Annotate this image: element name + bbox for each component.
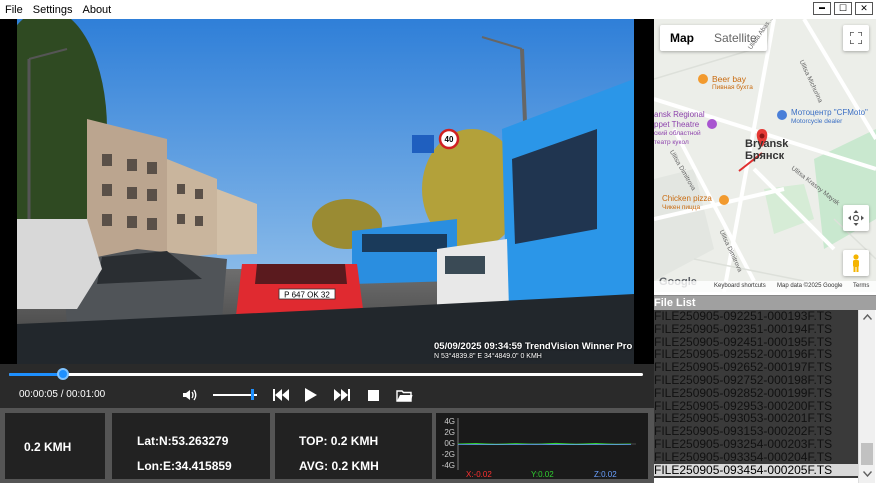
poi-theatre-line4: театр кукол: [654, 139, 689, 146]
scroll-down-button[interactable]: [859, 467, 875, 481]
map-pan-control[interactable]: [843, 205, 869, 231]
file-list-item[interactable]: FILE250905-093254-000203F.TS: [654, 438, 858, 451]
osd-coordinates: N 53°4839.8" E 34°4849.0" 0 KMH: [434, 353, 542, 360]
stop-icon: [367, 389, 379, 401]
next-button[interactable]: [333, 386, 351, 404]
playback-time: 00:00:05 / 00:01:00: [19, 389, 106, 400]
longitude-value: Lon:E:34.415859: [137, 459, 232, 473]
top-speed-value: TOP: 0.2 KMH: [299, 434, 379, 448]
maximize-button[interactable]: ☐: [834, 2, 852, 15]
poi-moto-line1[interactable]: Мотоцентр "CFMoto": [791, 108, 868, 117]
city-label-en: Bryansk: [745, 138, 789, 150]
menu-about[interactable]: About: [77, 0, 116, 20]
menu-settings[interactable]: Settings: [28, 0, 78, 20]
speed-sign-text: 40: [445, 135, 454, 144]
chevron-down-icon: [862, 471, 872, 477]
seek-bar[interactable]: [9, 368, 643, 380]
fullscreen-button[interactable]: [843, 25, 869, 51]
file-list-title: File List: [654, 297, 696, 309]
gsensor-tick: 0G: [444, 439, 455, 448]
gsensor-tick: 2G: [444, 428, 455, 437]
menu-file[interactable]: File: [0, 0, 28, 20]
video-frame: 40 P 647 OK 32: [17, 19, 634, 364]
close-icon: ✕: [860, 3, 868, 13]
poi-chicken-pizza-ru: Чикен пицца: [662, 204, 701, 211]
skip-back-icon: [273, 389, 289, 401]
volume-button[interactable]: [180, 386, 200, 404]
poi-beer-bay[interactable]: Beer bay: [712, 74, 746, 84]
volume-slider-thumb[interactable]: [251, 389, 254, 400]
poi-theatre-line3: ский областной: [654, 130, 701, 137]
previous-button[interactable]: [272, 386, 290, 404]
poi-theatre-line1[interactable]: ansk Regional: [654, 110, 705, 119]
scroll-thumb[interactable]: [861, 443, 873, 465]
latitude-value: Lat:N:53.263279: [137, 434, 229, 448]
poi-moto-line2: Motorcycle dealer: [791, 118, 843, 125]
skip-forward-icon: [334, 389, 350, 401]
pan-arrows-icon: [848, 210, 864, 226]
fullscreen-icon: [850, 32, 862, 44]
file-list-item[interactable]: FILE250905-093354-000204F.TS: [654, 450, 858, 464]
avg-speed-value: AVG: 0.2 KMH: [299, 459, 379, 473]
poi-theatre-line2: ppet Theatre: [654, 120, 700, 129]
play-button[interactable]: [302, 386, 320, 404]
file-list-item[interactable]: FILE250905-092351-000194F.TS: [654, 322, 858, 336]
speed-panel: 0.2 KMH: [5, 413, 105, 479]
close-button[interactable]: ✕: [855, 2, 873, 15]
stats-panel: TOP: 0.2 KMH AVG: 0.2 KMH: [275, 413, 432, 479]
play-icon: [305, 388, 317, 402]
menu-bar: File Settings About ▬ ☐ ✕: [0, 0, 876, 20]
position-panel: Lat:N:53.263279 Lon:E:34.415859: [112, 413, 270, 479]
gsensor-tick: 4G: [444, 417, 455, 426]
terms-link[interactable]: Terms: [853, 283, 869, 289]
keyboard-shortcuts-link[interactable]: Keyboard shortcuts: [714, 283, 766, 289]
window-controls: ▬ ☐ ✕: [813, 2, 873, 15]
file-list-item[interactable]: FILE250905-092251-000193F.TS: [654, 310, 858, 323]
video-player[interactable]: 40 P 647 OK 32 05/09/2025 09:34:59 Trend…: [0, 19, 654, 364]
folder-icon: [395, 389, 412, 402]
file-list[interactable]: FILE250905-092251-000193F.TS FILE250905-0…: [654, 310, 858, 478]
gsensor-z-label: Z:0.02: [594, 470, 617, 479]
city-label-ru: Брянск: [745, 150, 785, 162]
stop-button[interactable]: [365, 386, 381, 404]
pegman-icon: [853, 254, 859, 272]
map-view[interactable]: Map Satellite Beer bay Пивная бухта ansk…: [654, 19, 876, 292]
open-folder-button[interactable]: [394, 386, 414, 404]
video-scene-image: 40 P 647 OK 32: [17, 19, 634, 364]
seek-bar-thumb[interactable]: [57, 368, 69, 380]
speaker-icon: [183, 389, 197, 401]
file-list-header: File List: [654, 295, 876, 310]
minimize-icon: ▬: [819, 5, 825, 11]
poi-beer-bay-ru: Пивная бухта: [712, 84, 753, 91]
map-data-credit: Map data ©2025 Google: [777, 283, 843, 289]
player-controls: 00:00:05 / 00:01:00: [0, 364, 654, 408]
maximize-icon: ☐: [838, 3, 848, 13]
gsensor-chart: 4G 2G 0G -2G -4G X:-0.02 Y:0.02 Z:0.02: [442, 417, 636, 479]
gsensor-tick: -2G: [442, 450, 455, 459]
osd-datetime-brand: 05/09/2025 09:34:59 TrendVision Winner P…: [434, 341, 633, 352]
gsensor-graph: 4G 2G 0G -2G -4G X:-0.02 Y:0.02 Z:0.02: [436, 413, 648, 479]
street-view-button[interactable]: [843, 250, 869, 276]
gsensor-y-label: Y:0.02: [531, 470, 554, 479]
speed-value: 0.2 KMH: [24, 440, 72, 454]
seek-bar-fill: [9, 373, 63, 376]
file-list-item[interactable]: FILE250905-092852-000199F.TS: [654, 386, 858, 400]
file-list-scrollbar[interactable]: [858, 310, 875, 483]
minimize-button[interactable]: ▬: [813, 2, 831, 15]
map-attribution: Keyboard shortcuts Map data ©2025 Google…: [654, 281, 876, 292]
chevron-up-icon: [862, 314, 872, 320]
file-list-item[interactable]: FILE250905-092752-000198F.TS: [654, 374, 858, 387]
scroll-up-button[interactable]: [859, 310, 875, 324]
poi-chicken-pizza[interactable]: Chicken pizza: [662, 194, 712, 203]
gsensor-x-label: X:-0.02: [466, 470, 492, 479]
telemetry-panel: 0.2 KMH Lat:N:53.263279 Lon:E:34.415859 …: [0, 408, 654, 483]
license-plate-text: P 647 OK 32: [284, 291, 330, 300]
file-list-item[interactable]: FILE250905-093454-000205F.TS: [654, 463, 858, 477]
tab-map[interactable]: Map: [660, 25, 704, 51]
gsensor-tick: -4G: [442, 461, 455, 470]
